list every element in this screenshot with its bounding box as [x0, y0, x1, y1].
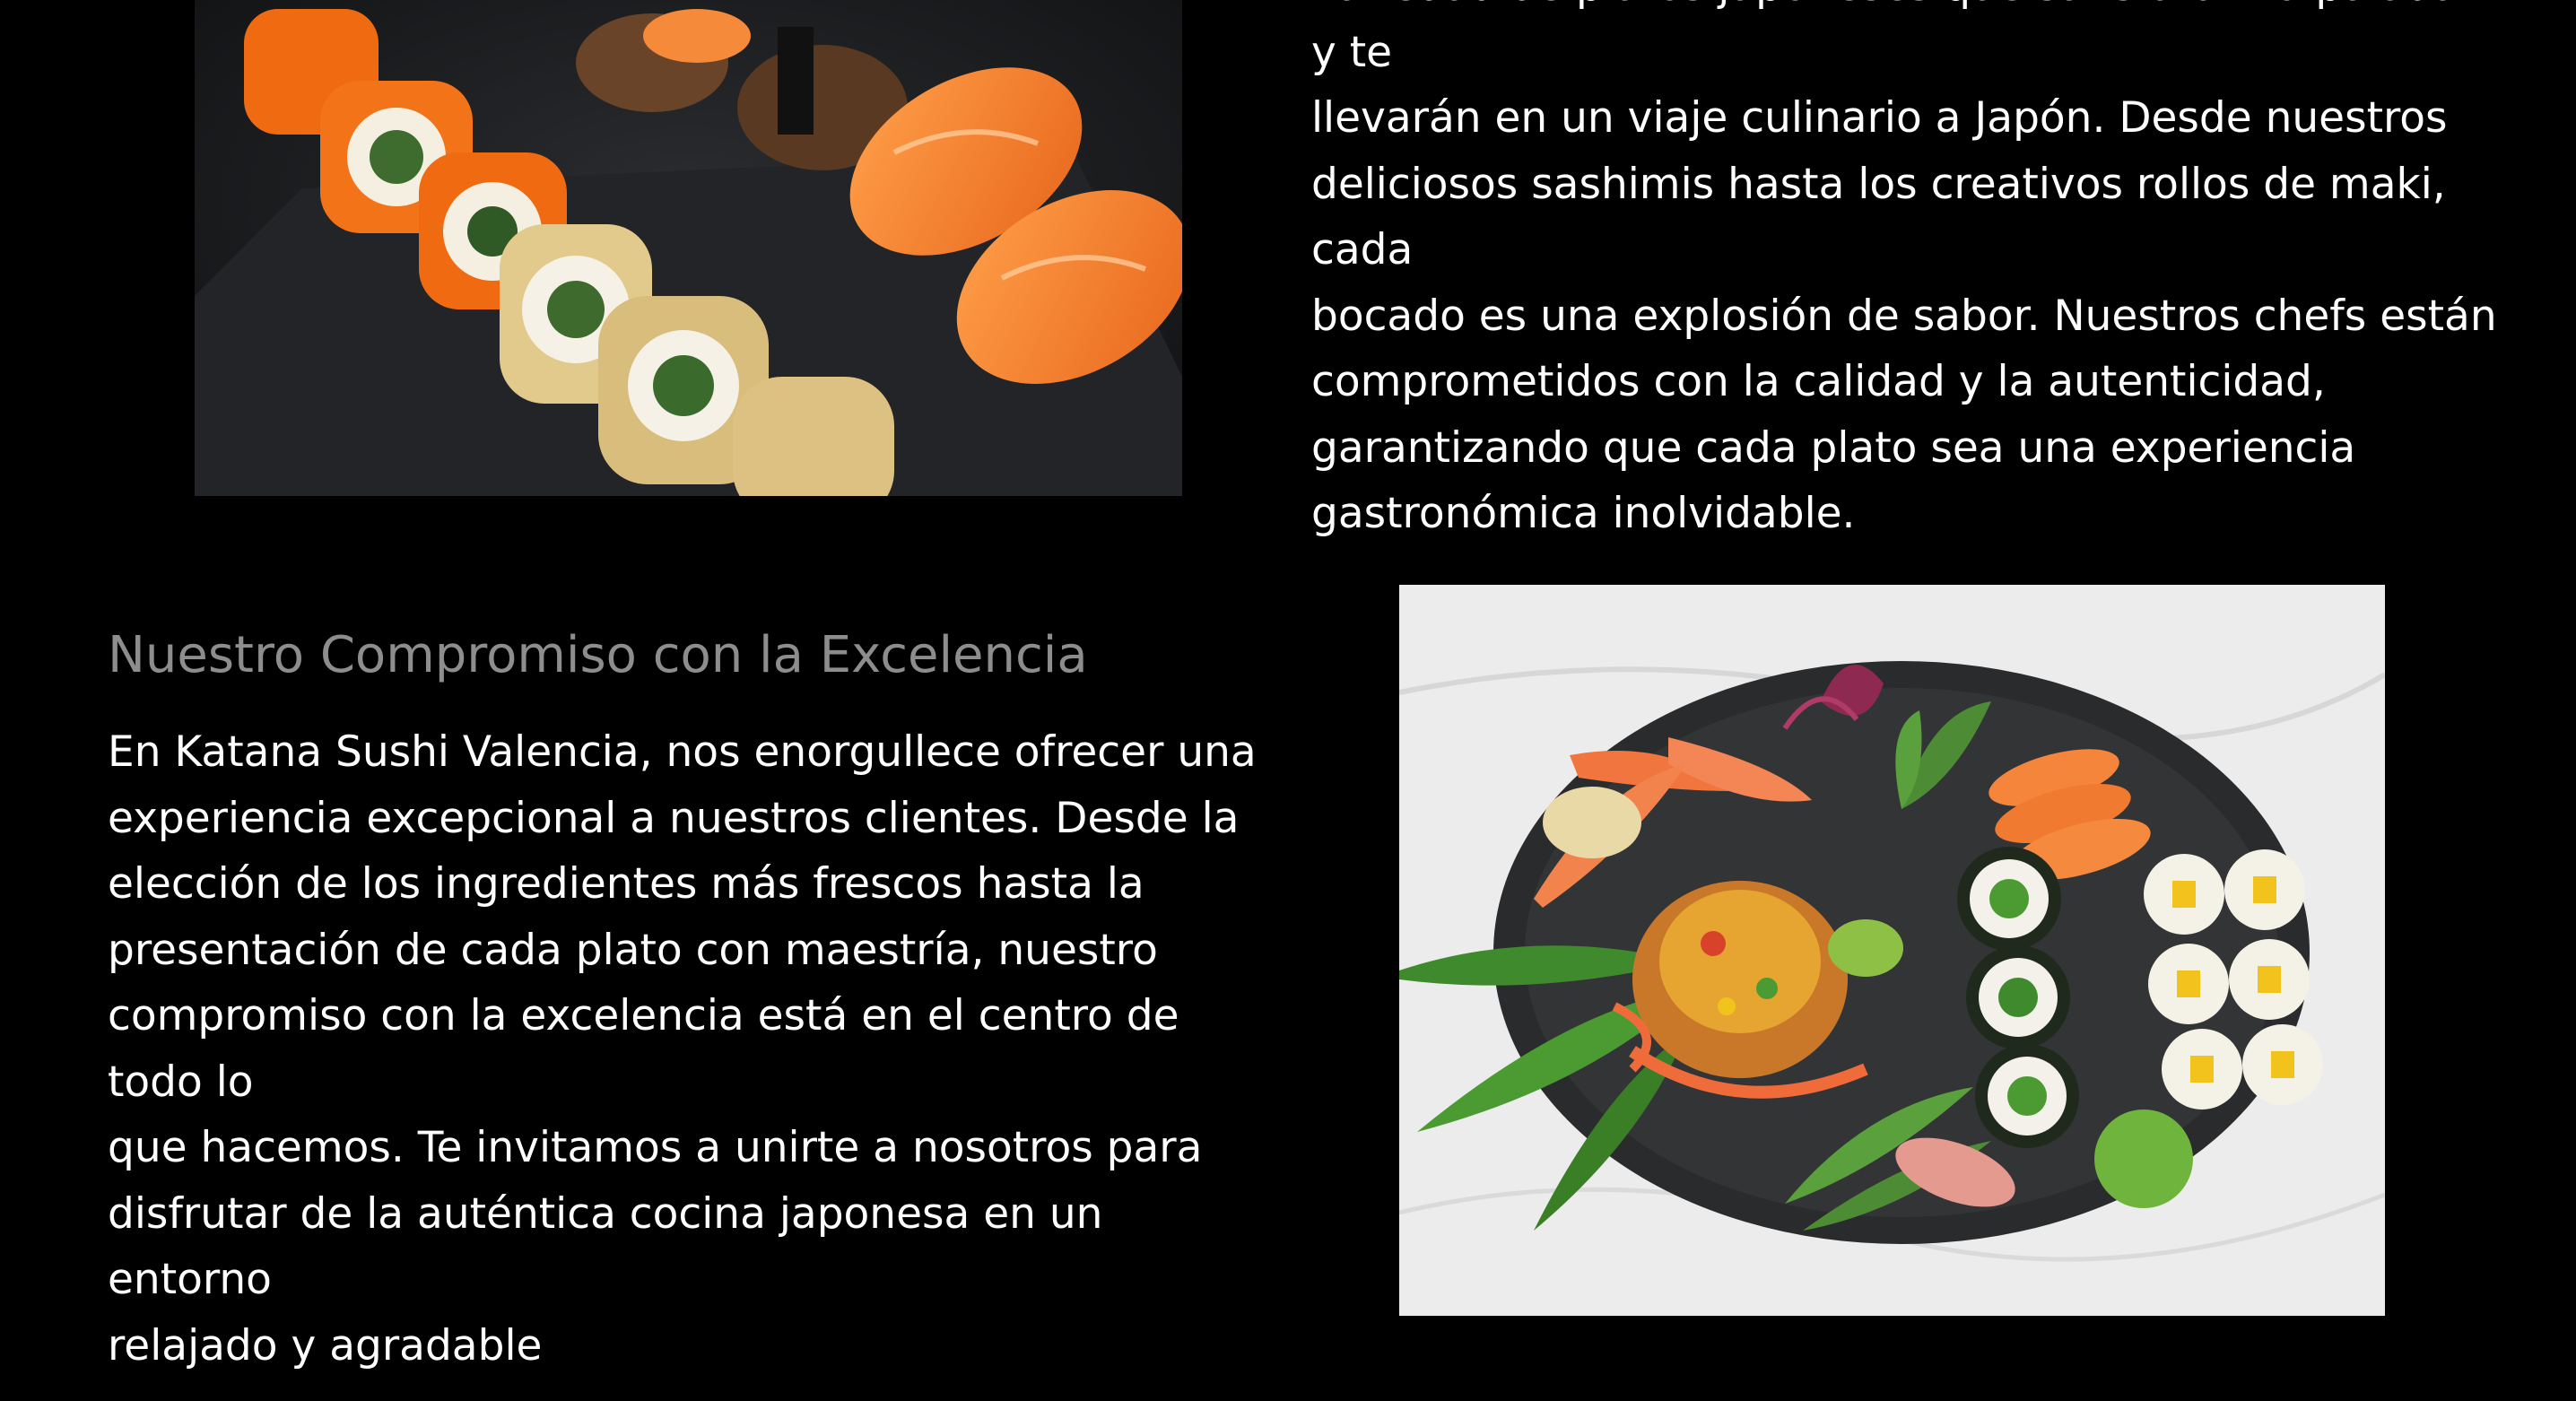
wasabi — [1828, 919, 1903, 977]
page: variedad de platos japoneses que satisfa… — [0, 0, 2576, 1401]
sushi-platter-photo — [1399, 585, 2385, 1316]
mango-rolls — [2144, 849, 2323, 1109]
sushi-platter-illustration — [1399, 585, 2385, 1316]
lettuce — [2094, 1109, 2193, 1208]
sushi-slate-photo — [195, 0, 1182, 496]
intro-paragraph: variedad de platos japoneses que satisfa… — [1311, 0, 2497, 538]
commitment-heading: Nuestro Compromiso con la Excelencia — [108, 626, 1088, 684]
pickled-ginger — [1543, 787, 1641, 858]
commitment-paragraph: En Katana Sushi Valencia, nos enorgullec… — [108, 727, 1257, 1371]
sushi-slate-illustration — [195, 0, 1182, 496]
